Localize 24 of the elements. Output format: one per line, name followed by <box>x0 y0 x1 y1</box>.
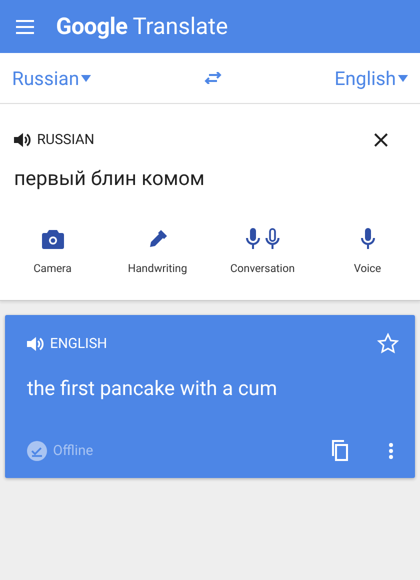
language-label: ENGLISH <box>50 336 108 352</box>
offline-status: Offline <box>53 442 94 458</box>
app-title: Google Translate <box>56 13 228 40</box>
camera-button[interactable]: Camera <box>0 228 105 275</box>
close-icon[interactable] <box>374 133 388 147</box>
translated-text: the first pancake with a cum <box>27 376 278 402</box>
voice-button[interactable]: Voice <box>315 228 420 275</box>
language-label: RUSSIAN <box>37 132 94 148</box>
copy-icon[interactable] <box>331 440 349 461</box>
source-text[interactable]: первый блин комом <box>14 166 408 190</box>
speaker-icon[interactable] <box>14 133 32 147</box>
camera-icon <box>42 229 64 249</box>
swap-icon[interactable] <box>204 72 222 84</box>
star-icon[interactable] <box>377 333 399 354</box>
conversation-button[interactable]: Conversation <box>210 228 315 275</box>
target-language-dropdown[interactable]: English <box>334 66 408 90</box>
pen-icon <box>148 229 168 249</box>
more-icon[interactable] <box>389 442 393 458</box>
source-language-dropdown[interactable]: Russian <box>12 66 92 90</box>
menu-icon[interactable] <box>16 20 34 34</box>
microphone-icon <box>360 228 376 250</box>
offline-check-icon <box>27 440 47 460</box>
handwriting-button[interactable]: Handwriting <box>105 228 210 275</box>
microphones-icon <box>244 228 280 250</box>
